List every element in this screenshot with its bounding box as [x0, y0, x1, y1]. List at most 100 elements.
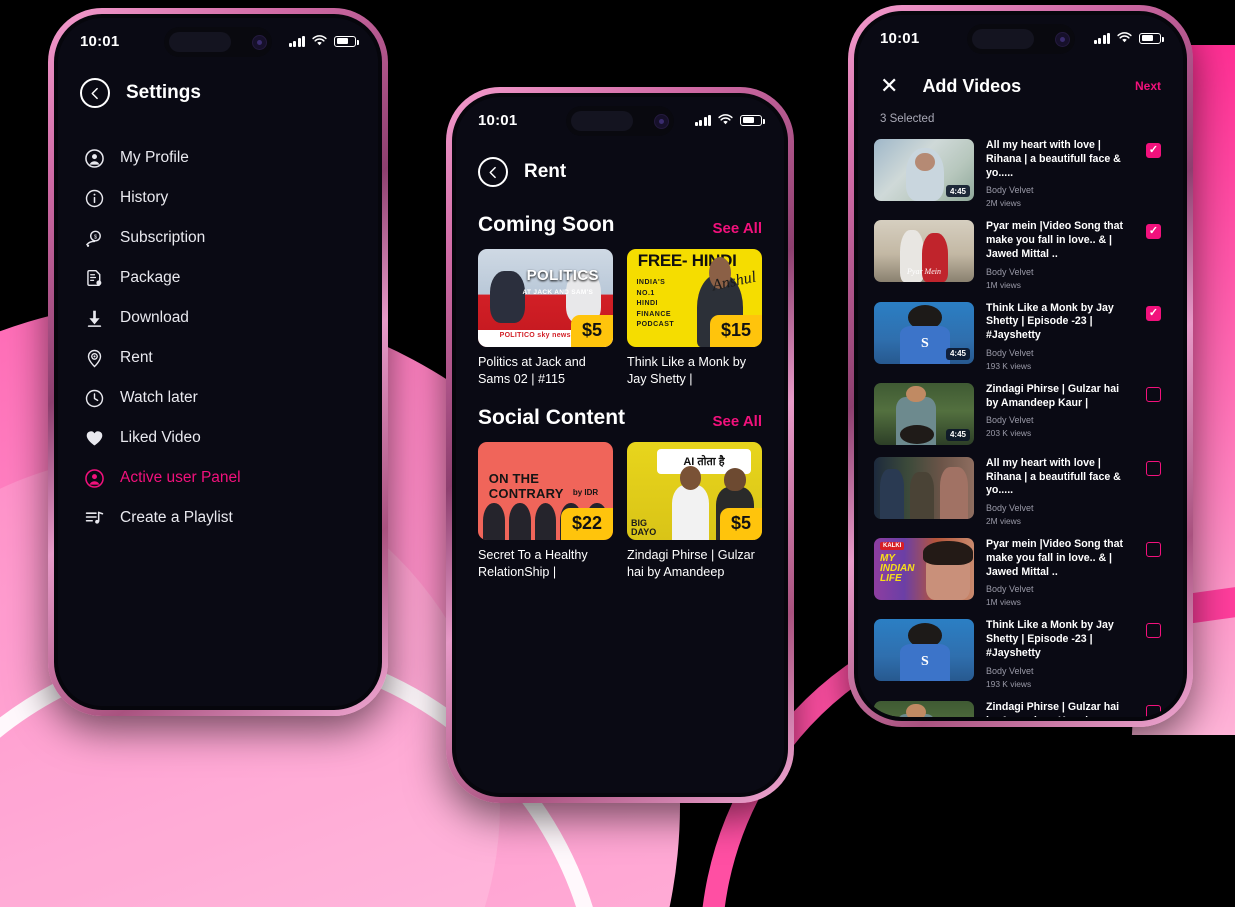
status-indicators — [1093, 32, 1164, 44]
price-badge: $5 — [719, 508, 762, 540]
settings-item-history[interactable]: History — [58, 178, 378, 218]
video-select-checkbox[interactable] — [1146, 386, 1161, 402]
rent-card[interactable]: ON THE CONTRARY by IDR $22 Secret To a Heal… — [478, 442, 613, 581]
settings-item-rent[interactable]: Rent — [58, 338, 378, 378]
settings-item-label: Rent — [120, 349, 153, 366]
poster-canvas: 10:01 Settings My Profile History $ Subs… — [0, 0, 1235, 907]
video-list-item[interactable]: All my heart with love | Rihana | a beau… — [874, 451, 1167, 532]
video-title: Pyar mein |Video Song that make you fall… — [986, 220, 1123, 260]
wifi-icon — [1117, 32, 1132, 43]
rent-card[interactable]: AI तोता है BIG DAYO $5 Zindagi Phirse | Gulz… — [627, 442, 762, 581]
card-title: Politics at Jack and Sams 02 | #115 — [478, 355, 586, 386]
video-thumbnail[interactable] — [874, 456, 974, 519]
see-all-link[interactable]: See All — [713, 413, 762, 430]
phone-mockup-rent: 10:01 Rent Coming Soon See All POLITICS … — [446, 87, 794, 803]
back-button[interactable] — [80, 78, 110, 108]
money-hand-icon: $ — [84, 228, 104, 248]
video-select-checkbox[interactable] — [1146, 704, 1161, 717]
rent-card[interactable]: FREE- HINDI INDIA'S NO.1 HINDI FINANCE PODCAS… — [627, 249, 762, 388]
cellular-signal-icon — [288, 35, 305, 47]
section-header: Social Content See All — [456, 388, 784, 442]
video-duration: 4:45 — [945, 428, 970, 441]
video-select-checkbox[interactable] — [1146, 542, 1161, 558]
video-meta: Pyar mein |Video Song that make you fall… — [986, 220, 1134, 289]
status-bar: 10:01 — [456, 97, 784, 143]
card-thumbnail[interactable]: AI तोता है BIG DAYO $5 — [627, 442, 762, 540]
video-views: 2M views — [986, 516, 1021, 527]
video-list-item[interactable]: KALKI MY INDIAN LIFE Pyar mein |Video Song t… — [874, 532, 1167, 613]
settings-item-label: Active user Panel — [120, 469, 241, 486]
settings-item-liked-video[interactable]: Liked Video — [58, 418, 378, 458]
video-select-checkbox[interactable] — [1146, 460, 1161, 476]
thumbnail-couple: Pyar Mein — [874, 220, 974, 283]
settings-item-watch-later[interactable]: Watch later — [58, 378, 378, 418]
document-icon — [84, 268, 104, 288]
price-badge: $15 — [709, 315, 762, 347]
video-thumbnail[interactable]: S 4:45 — [874, 301, 974, 364]
settings-item-create-a-playlist[interactable]: Create a Playlist — [58, 498, 378, 538]
video-list-item[interactable]: Pyar Mein Pyar mein |Video Song that make… — [874, 214, 1167, 295]
rent-card[interactable]: POLITICS AT JACK AND SAM'S POLITICO sky ne… — [478, 249, 613, 388]
video-select-checkbox[interactable] — [1146, 143, 1161, 158]
video-duration: 4:45 — [945, 347, 970, 360]
page-title: Settings — [126, 82, 201, 103]
video-title: Think Like a Monk by Jay Shetty | Episod… — [986, 301, 1114, 342]
location-pin-icon — [84, 348, 104, 368]
video-thumbnail[interactable]: 4:45 — [874, 139, 974, 201]
video-meta: Think Like a Monk by Jay Shetty | Episod… — [986, 302, 1134, 371]
settings-item-label: History — [120, 189, 169, 206]
download-icon — [84, 308, 104, 328]
video-select-checkbox[interactable] — [1146, 305, 1161, 321]
card-thumbnail[interactable]: ON THE CONTRARY by IDR $22 — [478, 442, 613, 540]
card-thumbnail[interactable]: POLITICS AT JACK AND SAM'S POLITICO sky ne… — [478, 249, 613, 347]
close-icon[interactable]: ✕ — [880, 75, 898, 97]
video-thumbnail[interactable]: Pyar Mein — [874, 220, 974, 283]
price-badge: $22 — [560, 508, 613, 540]
video-channel: Body Velvet — [986, 665, 1034, 676]
settings-item-download[interactable]: Download — [58, 298, 378, 338]
thumbnail-trio — [874, 456, 974, 519]
video-thumbnail[interactable]: S — [874, 619, 974, 682]
section-title: Social Content — [478, 406, 626, 429]
phone-body-rent: 10:01 Rent Coming Soon See All POLITICS … — [452, 93, 788, 797]
video-list-item[interactable]: 4:45 Zindagi Phirse | Gulzar hai by Amand… — [874, 695, 1167, 717]
next-button[interactable]: Next — [1135, 79, 1161, 93]
video-channel: Body Velvet — [986, 266, 1034, 277]
earpiece-speaker — [971, 29, 1034, 49]
card-thumbnail[interactable]: FREE- HINDI INDIA'S NO.1 HINDI FINANCE PODCAS… — [627, 249, 762, 347]
see-all-link[interactable]: See All — [713, 220, 762, 237]
video-channel: Body Velvet — [986, 347, 1034, 358]
video-thumbnail[interactable]: 4:45 — [874, 700, 974, 717]
video-select-checkbox[interactable] — [1146, 224, 1161, 240]
settings-item-subscription[interactable]: $ Subscription — [58, 218, 378, 258]
earpiece-speaker — [571, 111, 633, 131]
settings-item-my-profile[interactable]: My Profile — [58, 138, 378, 178]
settings-item-package[interactable]: Package — [58, 258, 378, 298]
playlist-icon — [84, 508, 104, 528]
back-button[interactable] — [478, 157, 508, 187]
wifi-icon — [312, 35, 327, 46]
video-channel: Body Velvet — [986, 185, 1034, 196]
video-duration: 4:45 — [945, 185, 970, 197]
video-title: All my heart with love | Rihana | a beau… — [986, 139, 1121, 179]
video-list-item[interactable]: S 4:45 Think Like a Monk by Jay Shetty | E… — [874, 296, 1167, 377]
video-thumbnail[interactable]: 4:45 — [874, 382, 974, 445]
settings-header: Settings — [58, 64, 378, 116]
user-circle-icon — [84, 468, 104, 488]
settings-item-label: Watch later — [120, 389, 198, 406]
status-bar: 10:01 — [58, 18, 378, 64]
cellular-signal-icon — [694, 114, 711, 126]
video-selection-list[interactable]: 4:45 All my heart with love | Rihana | a … — [858, 133, 1183, 717]
video-thumbnail[interactable]: KALKI MY INDIAN LIFE — [874, 538, 974, 601]
video-list-item[interactable]: 4:45 Zindagi Phirse | Gulzar hai by Amand… — [874, 377, 1167, 451]
video-list-item[interactable]: 4:45 All my heart with love | Rihana | a … — [874, 133, 1167, 214]
selected-count-label: 3 Selected — [880, 113, 935, 125]
video-title: All my heart with love | Rihana | a beau… — [986, 456, 1121, 497]
video-select-checkbox[interactable] — [1146, 623, 1161, 639]
video-list-item[interactable]: S Think Like a Monk by Jay Shetty | Episo… — [874, 613, 1167, 694]
video-title: Think Like a Monk by Jay Shetty | Episod… — [986, 619, 1114, 660]
phone-body-settings: 10:01 Settings My Profile History $ Subs… — [54, 14, 382, 710]
video-views: 1M views — [986, 597, 1021, 608]
settings-item-active-user-panel[interactable]: Active user Panel — [58, 458, 378, 498]
status-indicators — [288, 35, 359, 47]
